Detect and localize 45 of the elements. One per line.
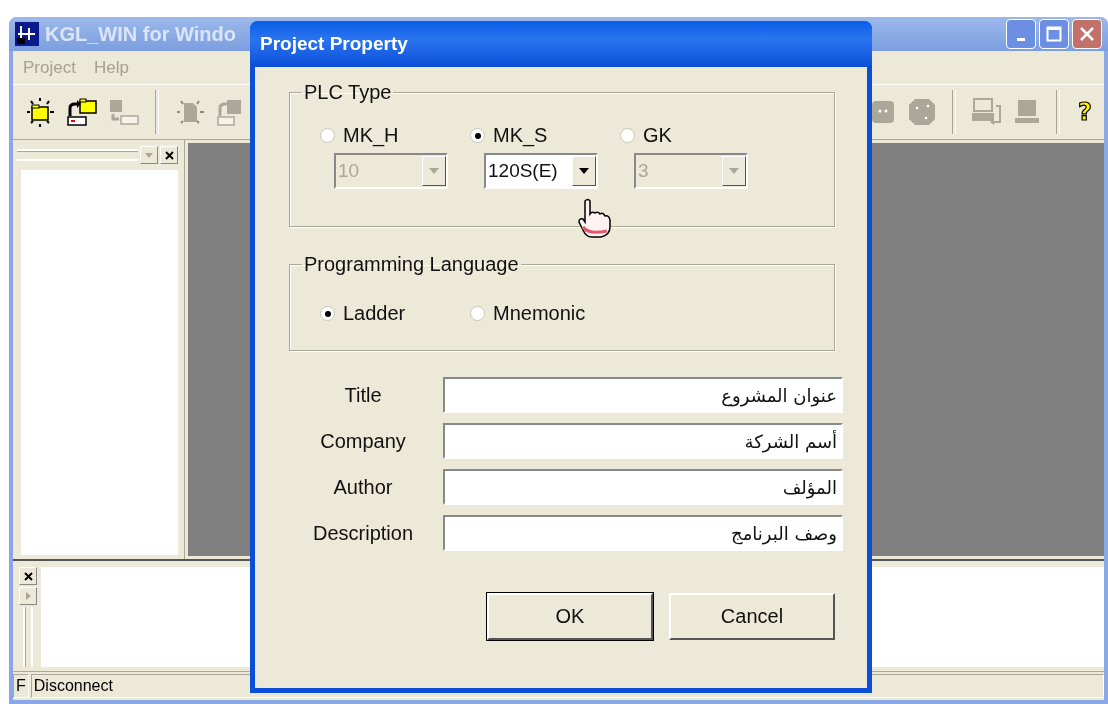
close-icon bbox=[164, 150, 174, 160]
close-button[interactable] bbox=[160, 146, 178, 164]
hand-cursor-icon bbox=[577, 197, 613, 239]
radio-label: MK_H bbox=[343, 124, 399, 147]
input-field[interactable]: أسم الشركة bbox=[443, 423, 843, 459]
arrow-icon bbox=[25, 592, 31, 600]
field-label: Title bbox=[343, 383, 383, 407]
minimize-button[interactable] bbox=[1006, 19, 1036, 49]
close-icon bbox=[1079, 26, 1095, 42]
radio-button[interactable] bbox=[620, 128, 635, 143]
maximize-icon bbox=[1046, 26, 1062, 42]
grip-handle[interactable] bbox=[23, 607, 33, 667]
radio-button[interactable] bbox=[320, 128, 335, 143]
grip-handle[interactable] bbox=[17, 149, 138, 161]
close-button[interactable] bbox=[19, 567, 37, 585]
group-label: PLC Type bbox=[303, 81, 393, 104]
status-text: F bbox=[13, 674, 29, 698]
input-field[interactable]: وصف البرنامج bbox=[443, 515, 843, 551]
dropdown-field[interactable]: 120S(E) bbox=[484, 153, 598, 189]
close-icon bbox=[23, 571, 33, 581]
maximize-button[interactable] bbox=[1039, 19, 1069, 49]
app-logo-icon bbox=[15, 22, 39, 46]
radio-button[interactable] bbox=[320, 306, 335, 321]
field-label: Description bbox=[311, 521, 414, 545]
caret-icon bbox=[579, 168, 589, 174]
dialog-button[interactable]: OK bbox=[487, 593, 653, 640]
dialog-title: Project Property bbox=[260, 33, 408, 55]
radio-label: Ladder bbox=[343, 302, 406, 325]
folder-arrow-icon[interactable] bbox=[65, 96, 99, 128]
radio-button[interactable] bbox=[470, 306, 485, 321]
radio-label: Mnemonic bbox=[493, 302, 586, 325]
field-label: Company bbox=[319, 429, 407, 453]
input-field[interactable]: المؤلف bbox=[443, 469, 843, 505]
caret-icon bbox=[429, 168, 439, 174]
field-label: Author bbox=[332, 475, 394, 499]
dialog-button[interactable]: Cancel bbox=[669, 593, 835, 640]
caret-icon bbox=[729, 168, 739, 174]
caret-icon bbox=[145, 152, 153, 158]
input-field[interactable]: عنوان المشروع bbox=[443, 377, 843, 413]
radio-label: GK bbox=[643, 124, 672, 147]
group-label: Programming Language bbox=[303, 253, 520, 276]
minimize-icon bbox=[1017, 37, 1025, 41]
radio-label: MK_S bbox=[493, 124, 548, 147]
window-title: KGL_WIN for Windo bbox=[45, 22, 236, 46]
radio-button[interactable] bbox=[470, 128, 485, 143]
